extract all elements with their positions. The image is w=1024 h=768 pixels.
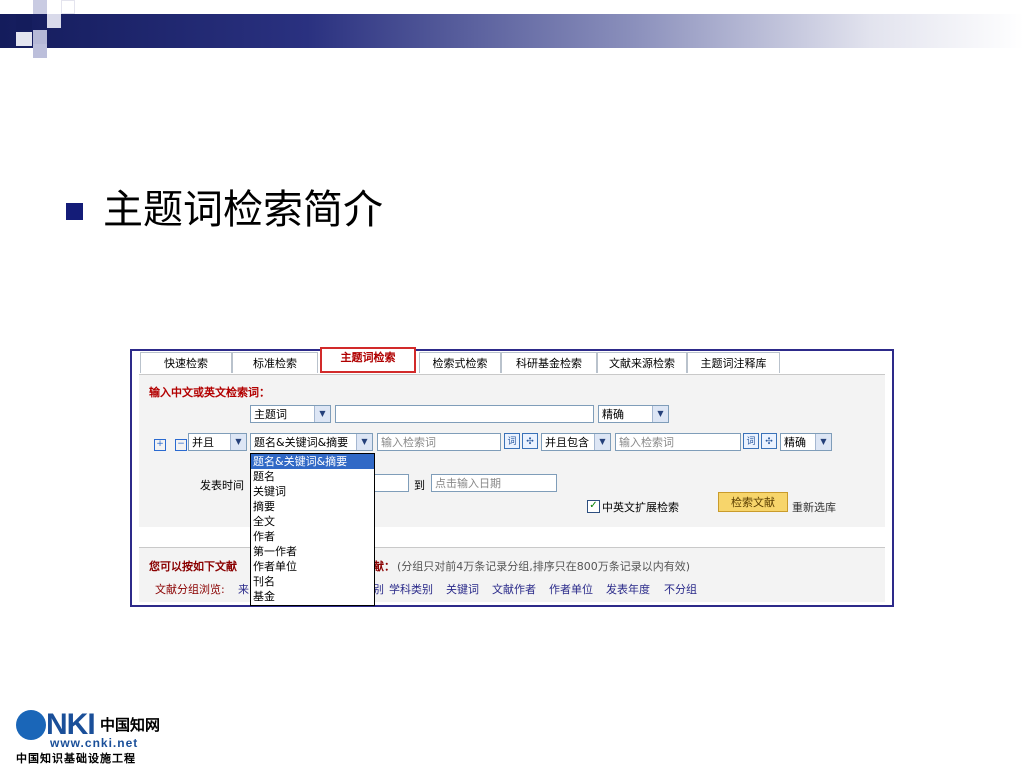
dropdown-option[interactable]: 第一作者 [251,544,374,559]
dropdown-option[interactable]: 摘要 [251,499,374,514]
date-label: 发表时间 [200,479,244,492]
logo-globe-icon [16,710,46,740]
logo-url: www.cnki.net [50,736,139,750]
group-link-institution[interactable]: 作者单位 [549,581,593,597]
group-link-subject[interactable]: 学科类别 [389,581,433,597]
date-from-input[interactable] [371,474,409,492]
match-select-2[interactable]: 精确 ▼ [780,433,832,451]
logic-select[interactable]: 并且 ▼ [188,433,247,451]
grouping-intro-left: 您可以按如下文献 [149,560,237,573]
tab-fund-search[interactable]: 科研基金检索 [501,352,597,373]
remove-row-icon[interactable]: − [175,439,187,451]
dropdown-option[interactable]: 题名&关键词&摘要 [251,454,374,469]
related-words-icon[interactable]: ✣ [522,433,538,449]
dropdown-option[interactable]: 刊名 [251,574,374,589]
header-square-light [33,30,47,44]
tab-subject-annotation[interactable]: 主题词注释库 [687,352,780,373]
field-select-1[interactable]: 主题词 ▼ [250,405,331,423]
date-to-label: 到 [414,479,425,492]
field-select-2[interactable]: 题名&关键词&摘要 ▼ [250,433,373,451]
header-square-light [47,14,61,28]
word-frequency-icon[interactable]: 词 [743,433,759,449]
header-square-white [16,32,32,46]
cnki-logo: NKI 中国知网 www.cnki.net 中国知识基础设施工程 [16,708,176,765]
expand-label: 中英文扩展检索 [602,501,679,514]
dropdown-option[interactable]: 全文 [251,514,374,529]
title-bullet [66,203,83,220]
match-select-1[interactable]: 精确 ▼ [598,405,669,423]
group-link-year[interactable]: 发表年度 [606,581,650,597]
dropdown-option[interactable]: 作者 [251,529,374,544]
header-square-white [61,0,75,14]
header-square-light [33,44,47,58]
group-link-keyword[interactable]: 关键词 [446,581,479,597]
dropdown-option[interactable]: 关键词 [251,484,374,499]
chevron-down-icon: ▼ [815,434,831,450]
chevron-down-icon: ▼ [594,434,610,450]
dropdown-option[interactable]: 作者单位 [251,559,374,574]
word-frequency-icon[interactable]: 词 [504,433,520,449]
search-prompt-label: 输入中文或英文检索词： [149,386,270,399]
contain-select[interactable]: 并且包含 ▼ [541,433,611,451]
keyword-input-1[interactable] [335,405,594,423]
tab-subject-search[interactable]: 主题词检索 [320,347,416,373]
keyword-input-2[interactable]: 输入检索词 [377,433,501,451]
grouping-note: (分组只对前4万条记录分组,排序只在800万条记录以内有效) [397,560,691,573]
expand-checkbox[interactable]: ✓ [587,500,600,513]
chevron-down-icon: ▼ [230,434,246,450]
contain-select-value: 并且包含 [545,436,589,449]
logic-select-value: 并且 [192,436,214,449]
header-square-dark [16,14,32,30]
tab-expression-search[interactable]: 检索式检索 [419,352,501,373]
reset-library-link[interactable]: 重新选库 [792,499,836,515]
chevron-down-icon: ▼ [652,406,668,422]
header-square-light [33,0,47,14]
field-select-2-value: 题名&关键词&摘要 [254,436,349,449]
dropdown-option[interactable]: 题名 [251,469,374,484]
related-words-icon[interactable]: ✣ [761,433,777,449]
keyword-input-3[interactable]: 输入检索词 [615,433,741,451]
match-select-1-value: 精确 [602,408,624,421]
header-gradient-bar [0,14,1024,48]
add-row-icon[interactable]: + [154,439,166,451]
browse-label: 文献分组浏览: [155,583,225,596]
cnki-search-screenshot: 快速检索 标准检索 主题词检索 检索式检索 科研基金检索 文献来源检索 主题词注… [130,347,894,607]
tab-source-search[interactable]: 文献来源检索 [597,352,687,373]
match-select-2-value: 精确 [784,436,806,449]
logo-subtitle: 中国知识基础设施工程 [16,752,136,765]
date-to-input[interactable]: 点击输入日期 [431,474,557,492]
tab-standard-search[interactable]: 标准检索 [232,352,318,373]
grouping-intro-right: 献： [373,560,395,573]
search-button[interactable]: 检索文献 [718,492,788,512]
group-link-author[interactable]: 文献作者 [492,581,536,597]
field-dropdown-list: 题名&关键词&摘要 题名 关键词 摘要 全文 作者 第一作者 作者单位 刊名 基… [250,453,375,606]
tab-quick-search[interactable]: 快速检索 [140,352,232,373]
group-link-none[interactable]: 不分组 [664,581,697,597]
logo-chinese-name: 中国知网 [100,716,161,734]
dropdown-option[interactable]: 基金 [251,589,374,604]
chevron-down-icon: ▼ [356,434,372,450]
field-select-1-value: 主题词 [254,408,287,421]
chevron-down-icon: ▼ [314,406,330,422]
group-link-partial[interactable]: 来 [238,581,249,597]
slide-title: 主题词检索简介 [103,187,383,233]
